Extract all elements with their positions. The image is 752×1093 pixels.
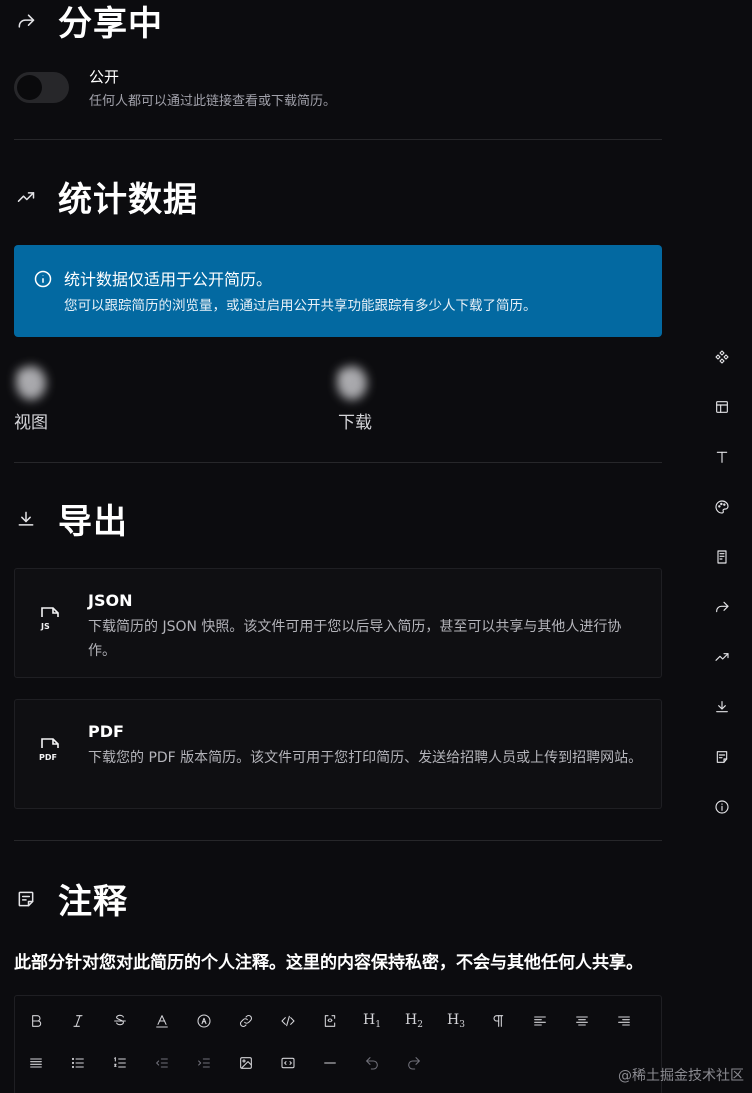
horizontal-rule-button[interactable] [309,1043,351,1083]
toolbar-row-1: H1 H2 H3 [15,1001,645,1041]
alert-description: 您可以跟踪简历的浏览量，或通过启用公开共享功能跟踪有多少人下载了简历。 [64,298,537,314]
downloads-label: 下载 [338,413,372,433]
h3-sub: 3 [459,1020,465,1030]
nav-typography-icon[interactable] [702,432,742,482]
notes-editor[interactable]: H1 H2 H3 [14,995,662,1093]
pdf-file-icon: PDF [37,736,63,764]
share-icon [14,9,38,33]
info-icon [34,270,52,288]
svg-text:PDF: PDF [39,753,57,762]
statistics-header: 统计数据 [14,172,198,221]
heading-2-button[interactable]: H2 [393,1001,435,1041]
bullet-list-button[interactable] [57,1043,99,1083]
divider [14,462,662,463]
indent-button[interactable] [183,1043,225,1083]
sharing-header: 分享中 [14,0,163,45]
notes-description: 此部分针对您对此简历的个人注释。这里的内容保持私密，不会与其他任何人共享。 [14,953,643,973]
download-icon [14,507,38,531]
link-button[interactable] [225,1001,267,1041]
json-description: 下载简历的 JSON 快照。该文件可用于您以后导入简历，甚至可以共享与其他人进行… [88,619,622,659]
ordered-list-button[interactable] [99,1043,141,1083]
h1-letter: H [363,1012,376,1028]
export-pdf-card[interactable]: PDF PDF 下载您的 PDF 版本简历。该文件可用于您打印简历、发送给招聘人… [14,699,662,809]
toggle-knob [17,75,42,100]
redo-button[interactable] [393,1043,435,1083]
nav-statistics-icon[interactable] [702,632,742,682]
bold-button[interactable] [15,1001,57,1041]
export-json-card[interactable]: JS JSON 下载简历的 JSON 快照。该文件可用于您以后导入简历，甚至可以… [14,568,662,678]
nav-notes-icon[interactable] [702,732,742,782]
image-button[interactable] [225,1043,267,1083]
h1-sub: 1 [375,1020,381,1030]
undo-button[interactable] [351,1043,393,1083]
downloads-count: 0 [337,366,367,400]
notes-title: 注释 [58,882,128,922]
heading-3-button[interactable]: H3 [435,1001,477,1041]
svg-text:JS: JS [40,622,50,631]
text-color-button[interactable] [141,1001,183,1041]
notes-header: 注释 [14,874,128,923]
json-file-icon: JS [37,605,63,633]
section-nav-sidebar [702,332,742,832]
code-block-button[interactable] [309,1001,351,1041]
divider [14,840,662,841]
italic-button[interactable] [57,1001,99,1041]
outdent-button[interactable] [141,1043,183,1083]
json-title: JSON [88,591,133,610]
views-label: 视图 [14,413,48,433]
nav-share-icon[interactable] [702,582,742,632]
pdf-title: PDF [88,722,124,741]
public-toggle[interactable] [14,72,69,103]
nav-export-icon[interactable] [702,682,742,732]
nav-info-icon[interactable] [702,782,742,832]
embed-button[interactable] [267,1043,309,1083]
export-title: 导出 [58,502,128,542]
trending-up-icon [14,185,38,209]
alert-title: 统计数据仅适用于公开简历。 [64,270,273,289]
code-button[interactable] [267,1001,309,1041]
export-header: 导出 [14,494,128,543]
public-toggle-label: 公开 [89,68,120,86]
watermark: @稀土掘金技术社区 [618,1068,744,1084]
nav-page-icon[interactable] [702,532,742,582]
notes-icon [14,887,38,911]
sharing-title: 分享中 [58,4,163,44]
nav-layout-icon[interactable] [702,382,742,432]
public-toggle-description: 任何人都可以通过此链接查看或下载简历。 [89,94,337,109]
heading-1-button[interactable]: H1 [351,1001,393,1041]
nav-template-icon[interactable] [702,332,742,382]
align-left-button[interactable] [519,1001,561,1041]
highlight-button[interactable] [183,1001,225,1041]
align-center-button[interactable] [561,1001,603,1041]
align-justify-button[interactable] [15,1043,57,1083]
h2-sub: 2 [417,1020,423,1030]
strikethrough-button[interactable] [99,1001,141,1041]
toolbar-row-2 [15,1043,435,1083]
h3-letter: H [447,1012,460,1028]
views-count: 0 [16,366,46,400]
align-right-button[interactable] [603,1001,645,1041]
info-alert [14,245,662,337]
pdf-description: 下载您的 PDF 版本简历。该文件可用于您打印简历、发送给招聘人员或上传到招聘网… [88,750,643,766]
nav-theme-palette-icon[interactable] [702,482,742,532]
h2-letter: H [405,1012,418,1028]
statistics-title: 统计数据 [58,180,198,220]
paragraph-button[interactable] [477,1001,519,1041]
divider [14,139,662,140]
